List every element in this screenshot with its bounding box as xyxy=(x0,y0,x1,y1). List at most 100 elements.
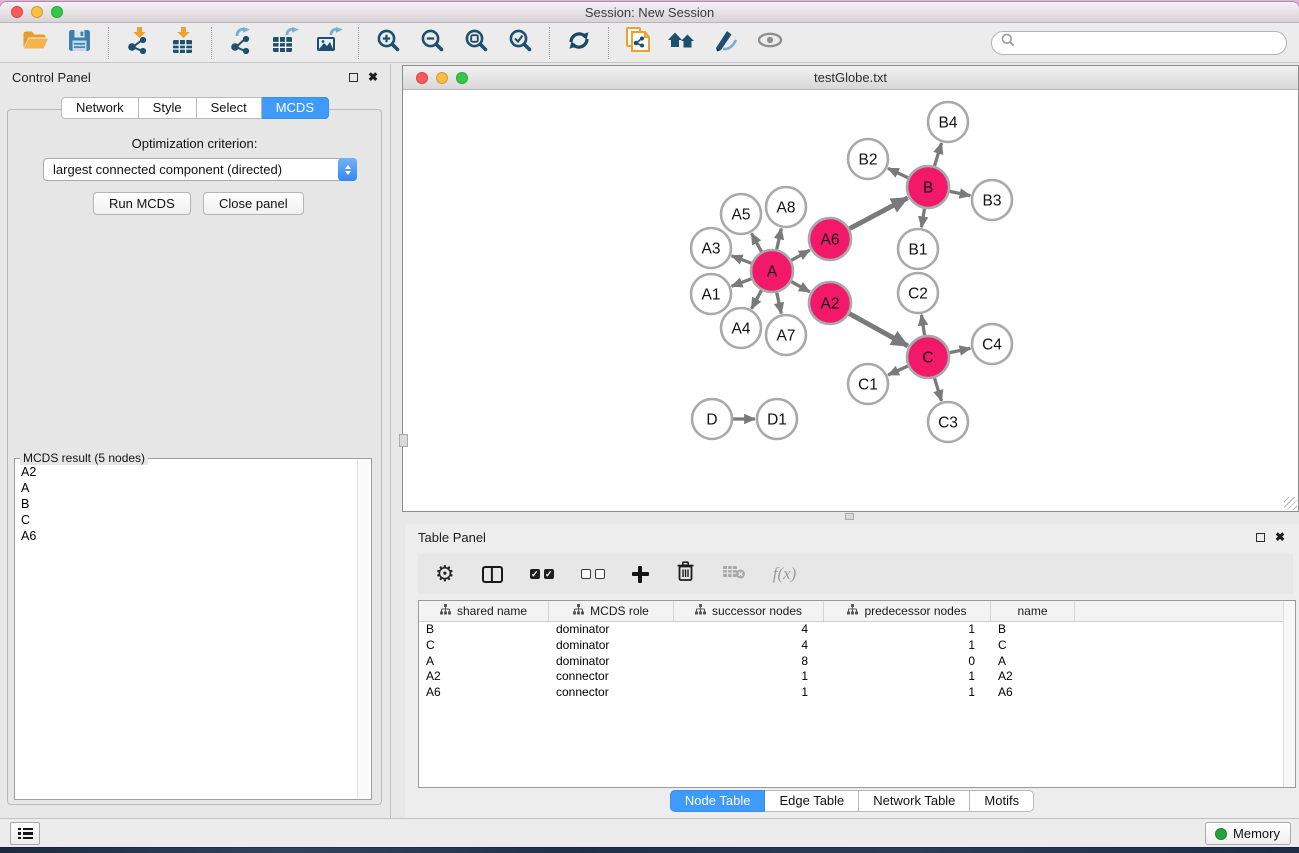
tab-motifs[interactable]: Motifs xyxy=(970,790,1034,812)
table-scrollbar[interactable] xyxy=(1283,601,1295,787)
node-B4[interactable]: B4 xyxy=(928,102,968,142)
cell-predecessor-nodes[interactable]: 1 xyxy=(824,685,991,701)
close-panel-button[interactable]: Close panel xyxy=(203,192,304,215)
edge-B-B2[interactable] xyxy=(888,168,908,177)
table-row[interactable]: Bdominator41B xyxy=(419,622,1295,638)
table-row[interactable]: A6connector11A6 xyxy=(419,685,1295,701)
annotation-button[interactable] xyxy=(708,27,744,59)
node-C2[interactable]: C2 xyxy=(898,273,938,313)
edge-C-C1[interactable] xyxy=(888,366,908,375)
float-table-panel-icon[interactable] xyxy=(1256,533,1265,542)
duplicate-network-button[interactable] xyxy=(620,27,656,59)
open-session-button[interactable] xyxy=(17,27,53,59)
edge-C-C2[interactable] xyxy=(921,315,924,336)
node-table[interactable]: shared nameMCDS rolesuccessor nodesprede… xyxy=(418,600,1296,788)
cell-predecessor-nodes[interactable]: 1 xyxy=(824,638,991,654)
optimization-criterion-select[interactable]: largest connected component (directed) xyxy=(43,158,357,181)
resize-grip-icon[interactable] xyxy=(1284,497,1297,510)
cell-shared-name[interactable]: A xyxy=(419,654,549,670)
node-B1[interactable]: B1 xyxy=(898,229,938,269)
cell-MCDS-role[interactable]: dominator xyxy=(549,654,674,670)
result-scrollbar[interactable] xyxy=(357,460,370,798)
minimize-network-icon[interactable] xyxy=(436,72,448,84)
edge-A-A3[interactable] xyxy=(732,256,752,263)
network-window-titlebar[interactable]: testGlobe.txt xyxy=(403,66,1298,90)
edge-A-A8[interactable] xyxy=(777,228,782,249)
cell-name[interactable]: A2 xyxy=(991,669,1075,685)
zoom-in-button[interactable] xyxy=(370,27,406,59)
panel-list-button[interactable] xyxy=(10,822,40,845)
table-row[interactable]: A2connector11A2 xyxy=(419,669,1295,685)
node-B[interactable]: B xyxy=(907,166,949,208)
export-network-button[interactable] xyxy=(223,27,259,59)
cell-predecessor-nodes[interactable]: 0 xyxy=(824,654,991,670)
edge-A-A5[interactable] xyxy=(752,233,762,251)
node-B3[interactable]: B3 xyxy=(972,180,1012,220)
cell-MCDS-role[interactable]: connector xyxy=(549,669,674,685)
cell-successor-nodes[interactable]: 1 xyxy=(674,669,824,685)
export-table-button[interactable] xyxy=(267,27,303,59)
edge-A-A7[interactable] xyxy=(777,292,782,313)
cell-shared-name[interactable]: A6 xyxy=(419,685,549,701)
result-item[interactable]: A2 xyxy=(21,464,356,480)
cell-shared-name[interactable]: A2 xyxy=(419,669,549,685)
home-button[interactable] xyxy=(664,27,700,59)
cell-shared-name[interactable]: B xyxy=(419,622,549,638)
tab-select[interactable]: Select xyxy=(197,97,262,119)
search-input[interactable] xyxy=(1020,35,1277,50)
cell-shared-name[interactable]: C xyxy=(419,638,549,654)
select-all-button[interactable]: ✓✓ xyxy=(530,561,554,587)
column-header-name[interactable]: name xyxy=(991,601,1075,621)
node-A[interactable]: A xyxy=(751,250,793,292)
zoom-out-button[interactable] xyxy=(414,27,450,59)
save-session-button[interactable] xyxy=(61,27,97,59)
tab-network[interactable]: Network xyxy=(61,97,139,119)
import-network-button[interactable] xyxy=(120,27,156,59)
edge-A-A2[interactable] xyxy=(791,282,810,292)
zoom-selected-button[interactable] xyxy=(502,27,538,59)
close-panel-icon[interactable]: ✖ xyxy=(368,72,378,82)
node-A2[interactable]: A2 xyxy=(809,282,851,324)
node-C3[interactable]: C3 xyxy=(928,402,968,442)
cell-MCDS-role[interactable]: dominator xyxy=(549,622,674,638)
cell-predecessor-nodes[interactable]: 1 xyxy=(824,669,991,685)
edge-C-C4[interactable] xyxy=(950,348,971,352)
zoom-fit-button[interactable] xyxy=(458,27,494,59)
function-builder-button[interactable]: f(x) xyxy=(773,561,797,587)
node-D1[interactable]: D1 xyxy=(757,399,797,439)
clear-selection-button[interactable] xyxy=(581,561,605,587)
node-C1[interactable]: C1 xyxy=(848,364,888,404)
node-A6[interactable]: A6 xyxy=(809,218,851,260)
edge-B-B1[interactable] xyxy=(922,209,925,228)
search-box[interactable] xyxy=(991,31,1287,55)
column-header-predecessor-nodes[interactable]: predecessor nodes xyxy=(824,601,991,621)
cell-name[interactable]: A6 xyxy=(991,685,1075,701)
edge-A2-C[interactable] xyxy=(849,314,908,346)
tab-network-table[interactable]: Network Table xyxy=(859,790,970,812)
zoom-network-icon[interactable] xyxy=(456,72,468,84)
cell-MCDS-role[interactable]: connector xyxy=(549,685,674,701)
column-header-successor-nodes[interactable]: successor nodes xyxy=(674,601,824,621)
edge-B-B4[interactable] xyxy=(934,143,941,166)
close-table-panel-icon[interactable]: ✖ xyxy=(1275,532,1285,542)
close-network-icon[interactable] xyxy=(416,72,428,84)
edge-A-A6[interactable] xyxy=(791,250,810,260)
title-bar[interactable]: Session: New Session xyxy=(0,2,1299,23)
node-A8[interactable]: A8 xyxy=(766,187,806,227)
node-D[interactable]: D xyxy=(692,399,732,439)
node-C4[interactable]: C4 xyxy=(972,324,1012,364)
node-A4[interactable]: A4 xyxy=(721,308,761,348)
column-header-shared-name[interactable]: shared name xyxy=(419,601,549,621)
node-A1[interactable]: A1 xyxy=(691,274,731,314)
tab-style[interactable]: Style xyxy=(139,97,197,119)
cell-successor-nodes[interactable]: 8 xyxy=(674,654,824,670)
result-item[interactable]: C xyxy=(21,512,356,528)
table-row[interactable]: Adominator80A xyxy=(419,654,1295,670)
node-A7[interactable]: A7 xyxy=(766,315,806,355)
tab-edge-table[interactable]: Edge Table xyxy=(765,790,859,812)
mcds-result-list[interactable]: A2ABCA6 xyxy=(16,460,356,798)
float-panel-icon[interactable] xyxy=(349,73,358,82)
result-item[interactable]: A6 xyxy=(21,528,356,544)
export-image-button[interactable] xyxy=(311,27,347,59)
minimize-window-icon[interactable] xyxy=(31,6,43,18)
